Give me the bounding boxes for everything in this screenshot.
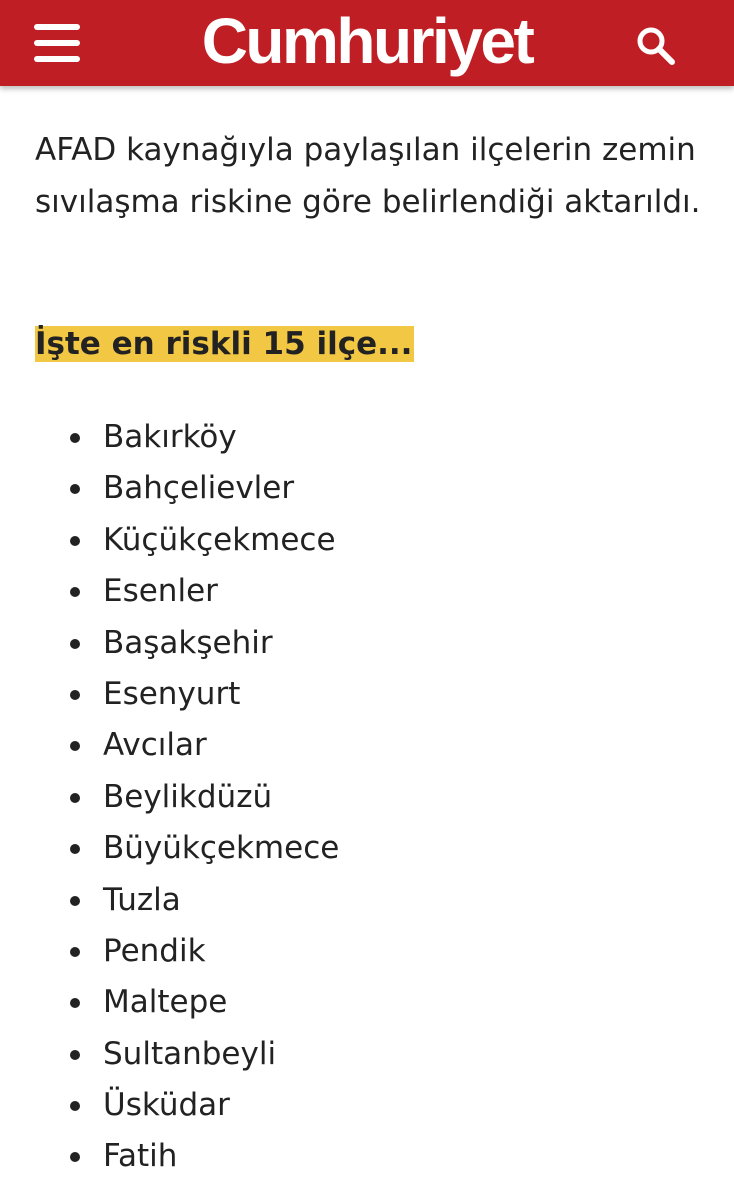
district-name: Avcılar [103, 727, 207, 764]
search-icon[interactable] [634, 24, 678, 68]
district-name: Küçükçekmece [103, 521, 336, 558]
list-item: Fatih [0, 1131, 734, 1182]
list-item: Büyükçekmece [0, 823, 734, 874]
bullet-icon [70, 998, 80, 1009]
intro-paragraph: AFAD kaynağıyla paylaşılan ilçelerin zem… [35, 132, 701, 220]
list-item: Maltepe [0, 977, 734, 1028]
list-item: Beylikdüzü [0, 772, 734, 823]
list-item: Sultanbeyli [0, 1029, 734, 1080]
search-icon-graphic [637, 27, 675, 65]
list-item: Bakırköy [0, 412, 734, 463]
menu-bar [34, 40, 80, 46]
district-name: Sultanbeyli [103, 1035, 277, 1072]
list-item: Küçükçekmece [0, 515, 734, 566]
bullet-icon [70, 484, 80, 495]
menu-bar [34, 56, 80, 62]
site-logo[interactable]: Cumhuriyet [176, 4, 558, 78]
list-item: Tuzla [0, 875, 734, 926]
list-item: Üsküdar [0, 1080, 734, 1131]
district-name: Tuzla [103, 881, 181, 918]
highlighted-subheading: İşte en riskli 15 ilçe... [35, 322, 415, 366]
bullet-icon [70, 844, 80, 855]
bullet-icon [70, 792, 80, 803]
list-item: Avcılar [0, 720, 734, 771]
bullet-icon [70, 587, 80, 598]
district-name: Fatih [103, 1138, 178, 1175]
district-name: Üsküdar [103, 1087, 230, 1124]
list-item: Pendik [0, 926, 734, 977]
bullet-icon [70, 535, 80, 546]
list-item: Esenyurt [0, 669, 734, 720]
menu-bar [34, 24, 80, 30]
list-item: Başakşehir [0, 618, 734, 669]
bullet-icon [70, 1101, 80, 1112]
bullet-icon [70, 741, 80, 752]
bullet-icon [70, 1049, 80, 1060]
district-name: Bakırköy [103, 419, 237, 455]
district-name: Başakşehir [103, 624, 273, 661]
district-name: Pendik [103, 932, 206, 969]
district-list: Bakırköy Bahçelievler Küçükçekmece Esenler B… [0, 412, 734, 1183]
bullet-icon [70, 1152, 80, 1163]
hamburger-menu-icon[interactable] [34, 24, 80, 62]
district-name: Beylikdüzü [103, 778, 273, 815]
list-item: Esenler [0, 566, 734, 617]
site-header: Cumhuriyet [0, 0, 734, 86]
bullet-icon [70, 946, 80, 957]
district-name: Maltepe [103, 984, 228, 1021]
district-name: Büyükçekmece [103, 830, 340, 867]
district-name: Esenler [103, 573, 218, 610]
highlighted-subheading-text: İşte en riskli 15 ilçe... [35, 326, 415, 362]
bullet-icon [70, 433, 80, 443]
bullet-icon [70, 895, 80, 906]
bullet-icon [70, 638, 80, 649]
list-item: Bahçelievler [0, 463, 734, 514]
district-name: Bahçelievler [103, 470, 295, 507]
bullet-icon [70, 689, 80, 700]
district-name: Esenyurt [103, 675, 241, 712]
